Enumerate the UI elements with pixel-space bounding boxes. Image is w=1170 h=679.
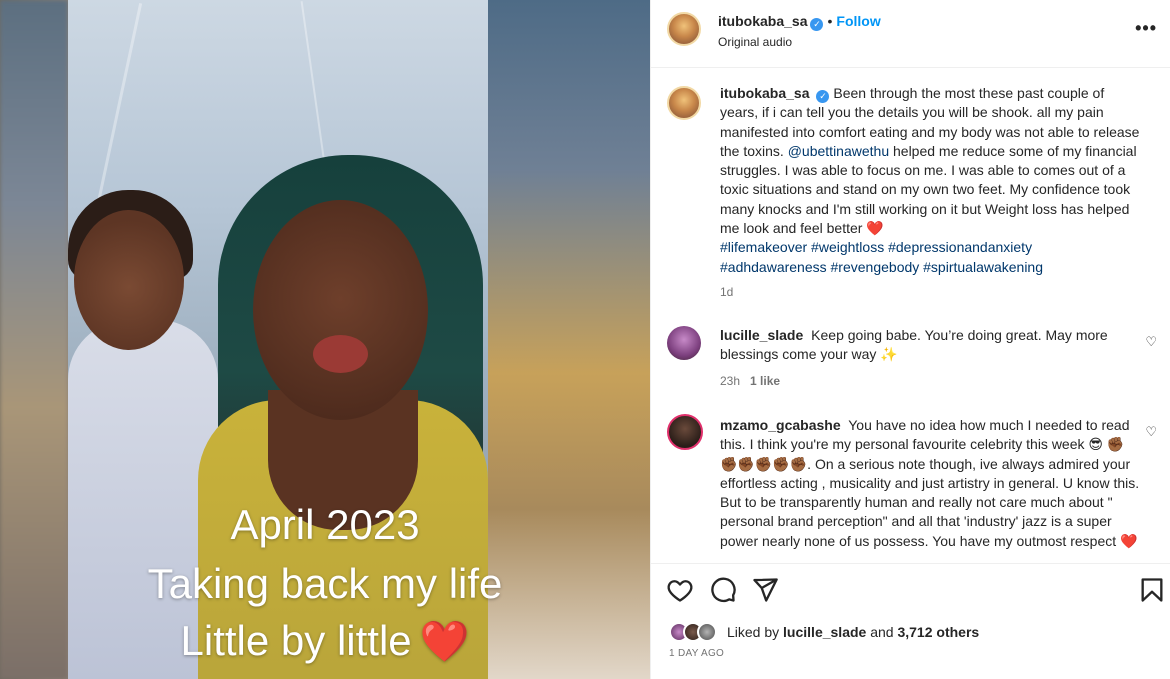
verified-badge-icon: ✓ <box>810 18 824 31</box>
likes-text: Liked by lucille_slade and 3,712 others <box>727 624 979 640</box>
post-media[interactable]: April 2023 Taking back my life Little by… <box>0 0 650 679</box>
separator-dot: • <box>827 13 833 29</box>
comment-bubble-icon[interactable] <box>709 576 737 604</box>
comment-meta: 23h 1 like <box>720 374 780 388</box>
author-line: itubokaba_sa ✓ • Follow <box>718 13 881 31</box>
likes-count-link[interactable]: 3,712 others <box>897 624 979 640</box>
comment-likes[interactable]: 1 like <box>750 374 780 388</box>
caption-time[interactable]: 1d <box>720 285 733 299</box>
like-heart-icon[interactable] <box>666 576 694 604</box>
overlay-line-3-text: Little by little <box>180 617 412 664</box>
liked-and: and <box>870 624 894 640</box>
overlay-line-3: Little by little ❤️ <box>0 617 650 664</box>
commenter-avatar[interactable] <box>667 414 703 450</box>
verified-badge-icon: ✓ <box>816 90 830 103</box>
liked-by-user[interactable]: lucille_slade <box>783 624 866 640</box>
liked-by-prefix: Liked by <box>727 624 780 640</box>
share-send-icon[interactable] <box>751 576 779 604</box>
comment-body: You have no idea how much I needed to re… <box>720 417 1140 549</box>
heart-emoji-icon: ❤️ <box>419 620 470 664</box>
caption-hashtags[interactable]: #lifemakeover #weightloss #depressionand… <box>720 239 1043 274</box>
post-header: itubokaba_sa ✓ • Follow Original audio ••• <box>651 0 1170 68</box>
liker-avatar[interactable] <box>697 622 717 642</box>
caption-username[interactable]: itubokaba_sa <box>720 85 809 101</box>
more-options-icon[interactable]: ••• <box>1135 18 1157 39</box>
overlay-line-1: April 2023 <box>230 501 420 548</box>
audio-label[interactable]: Original audio <box>718 35 792 49</box>
comment-username[interactable]: mzamo_gcabashe <box>720 417 841 433</box>
comment-like-heart-icon[interactable]: ♡ <box>1145 424 1157 440</box>
commenter-avatar[interactable] <box>667 326 701 360</box>
comment-username[interactable]: lucille_slade <box>720 327 803 343</box>
person-right-mouth <box>313 335 368 373</box>
caption-block: itubokaba_sa ✓ Been through the most thes… <box>667 84 1157 304</box>
author-username[interactable]: itubokaba_sa <box>718 13 807 29</box>
comment-item: mzamo_gcabashe You have no idea how much… <box>667 414 1157 562</box>
comment-item: lucille_slade Keep going babe. You’re do… <box>667 324 1157 394</box>
post-sidebar: itubokaba_sa ✓ • Follow Original audio ••• … <box>650 0 1170 679</box>
author-avatar[interactable] <box>667 12 701 46</box>
caption-avatar[interactable] <box>667 86 701 120</box>
caption-text: itubokaba_sa ✓ Been through the most thes… <box>720 84 1140 277</box>
post-date[interactable]: 1 DAY AGO <box>669 648 724 659</box>
action-bar: Liked by lucille_slade and 3,712 others … <box>651 563 1170 679</box>
save-bookmark-icon[interactable] <box>1138 576 1166 604</box>
overlay-line-2: Taking back my life <box>147 560 503 607</box>
person-left-face <box>74 210 184 350</box>
likes-summary: Liked by lucille_slade and 3,712 others <box>669 622 1159 646</box>
follow-button[interactable]: Follow <box>836 13 880 29</box>
person-right-face <box>253 200 428 420</box>
comment-text: mzamo_gcabashe You have no idea how much… <box>720 416 1140 551</box>
comment-text: lucille_slade Keep going babe. You’re do… <box>720 326 1140 365</box>
caption-mention-link[interactable]: @ubettinawethu <box>788 143 889 159</box>
comment-like-heart-icon[interactable]: ♡ <box>1145 334 1157 350</box>
comment-time[interactable]: 23h <box>720 374 740 388</box>
comments-list[interactable]: itubokaba_sa ✓ Been through the most thes… <box>651 69 1170 562</box>
